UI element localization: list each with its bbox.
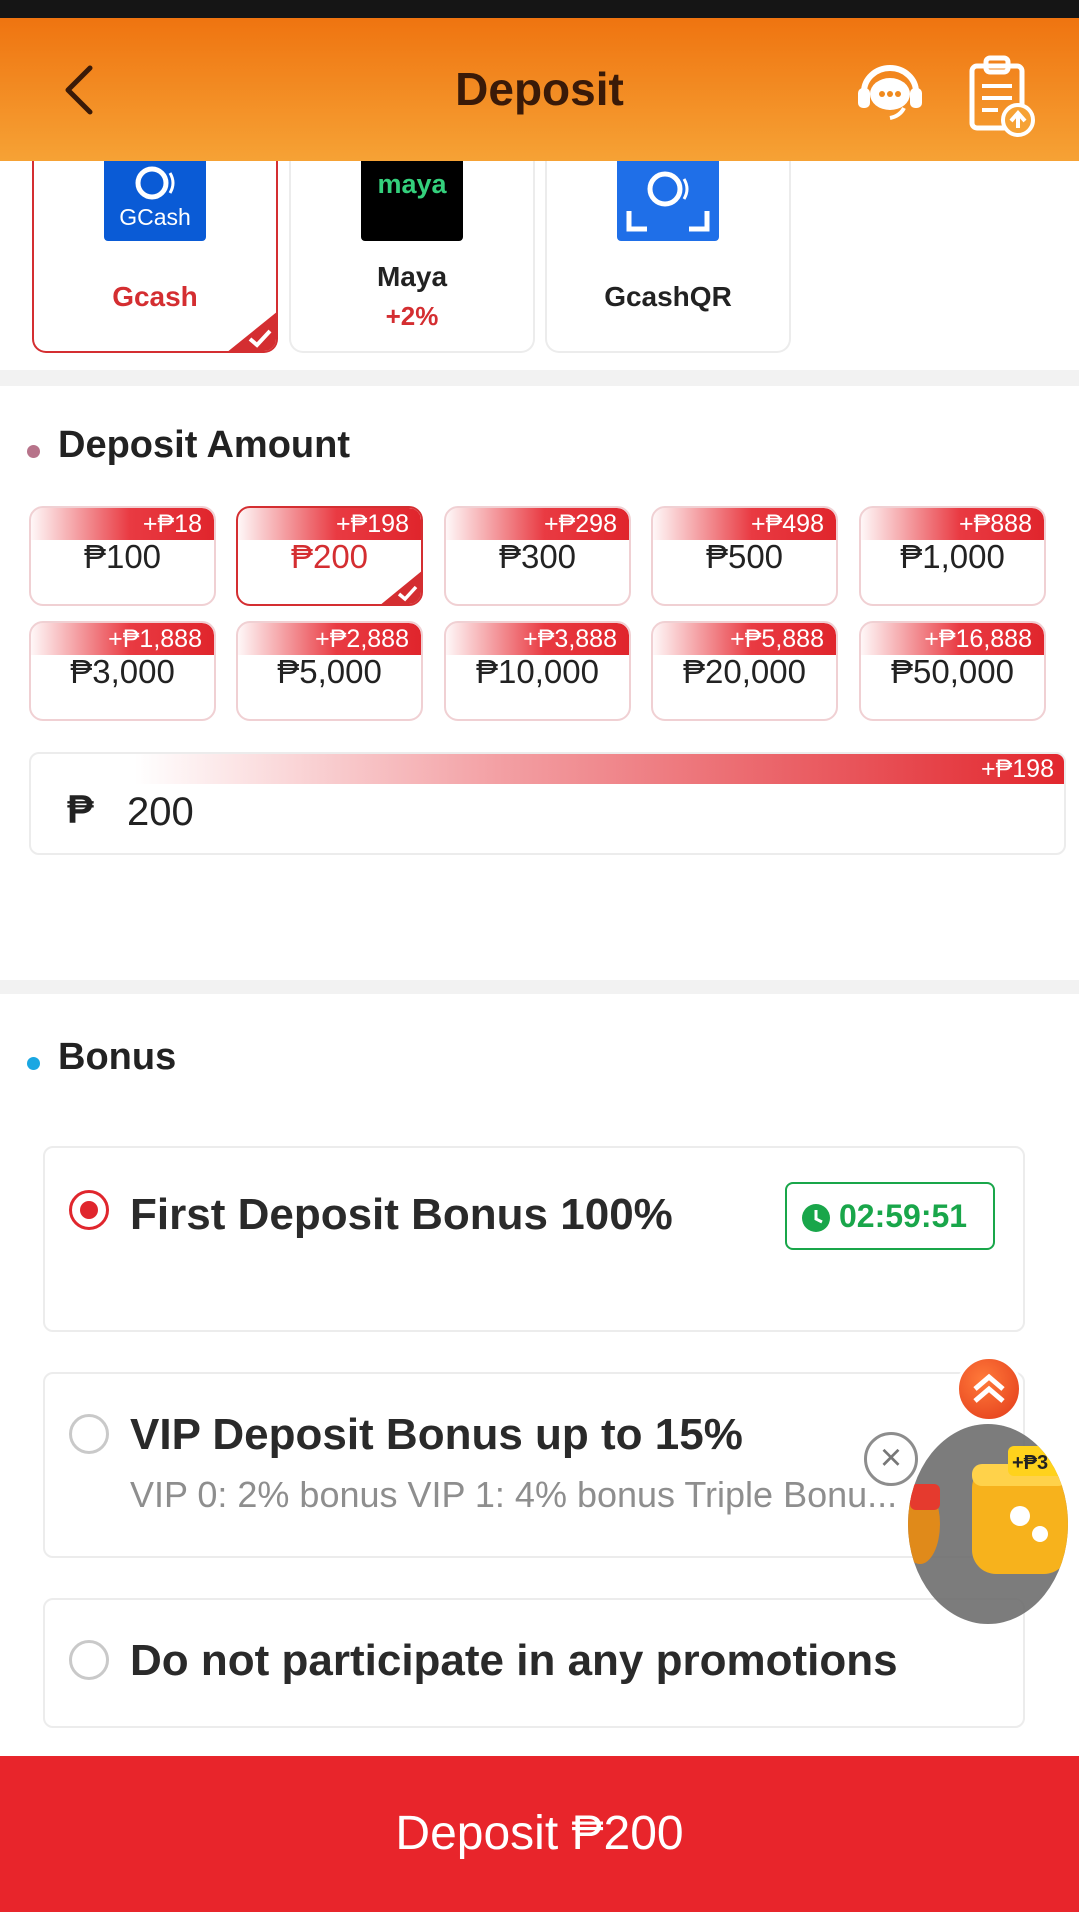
- amount-option[interactable]: +₱1,888 ₱3,000: [29, 621, 216, 721]
- amount-option[interactable]: +₱498 ₱500: [651, 506, 838, 606]
- bonus-title: Do not participate in any promotions: [130, 1636, 898, 1685]
- amount-option[interactable]: +₱298 ₱300: [444, 506, 631, 606]
- section-title: Deposit Amount: [58, 424, 351, 466]
- double-chevron-up-icon: [973, 1373, 1005, 1403]
- countdown-timer: 02:59:51: [785, 1182, 995, 1250]
- amount-option[interactable]: +₱2,888 ₱5,000: [236, 621, 423, 721]
- deposit-amount-section: Deposit Amount +₱18 ₱100 +₱198 ₱200 +₱298 ₱30…: [0, 386, 1079, 980]
- scroll-top-button[interactable]: [956, 1356, 1022, 1422]
- payment-methods: GCash Gcash maya Maya +2% GcashQR: [0, 161, 1079, 370]
- amount-value: ₱20,000: [683, 653, 806, 690]
- selected-check: [226, 311, 276, 351]
- amount-value: ₱50,000: [891, 653, 1014, 690]
- amount-bonus-tag: +₱3,888: [446, 623, 629, 655]
- amount-option[interactable]: +₱3,888 ₱10,000: [444, 621, 631, 721]
- radio-selected[interactable]: [69, 1190, 109, 1230]
- bonus-title: First Deposit Bonus 100%: [130, 1190, 673, 1239]
- method-gcashqr[interactable]: GcashQR: [545, 161, 791, 353]
- amount-bonus-tag: +₱5,888: [653, 623, 836, 655]
- method-name: GcashQR: [604, 281, 732, 312]
- check-icon: [381, 571, 421, 604]
- amount-option[interactable]: +₱888 ₱1,000: [859, 506, 1046, 606]
- amount-option[interactable]: +₱5,888 ₱20,000: [651, 621, 838, 721]
- amount-bonus-tag: +₱1,888: [31, 623, 214, 655]
- amount-value: ₱3,000: [70, 653, 175, 690]
- svg-text:maya: maya: [377, 169, 447, 199]
- amount-value[interactable]: 200: [127, 790, 194, 835]
- clipboard-upload-icon: [969, 55, 1035, 137]
- bonus-option-none[interactable]: Do not participate in any promotions: [43, 1598, 1025, 1728]
- method-maya[interactable]: maya Maya +2%: [289, 161, 535, 353]
- amount-value: ₱5,000: [277, 653, 382, 690]
- radio-unselected[interactable]: [69, 1640, 109, 1680]
- gcash-icon: GCash: [119, 166, 191, 230]
- amount-bonus-tag: +₱16,888: [861, 623, 1044, 655]
- amount-value: ₱300: [498, 538, 577, 575]
- svg-text:+₱3: +₱3: [1012, 1452, 1048, 1474]
- selected-check: [379, 570, 421, 604]
- method-name: Maya: [376, 261, 448, 292]
- amount-value: ₱1,000: [900, 538, 1005, 575]
- amount-value: ₱100: [83, 538, 162, 575]
- method-gcash[interactable]: GCash Gcash: [32, 161, 278, 353]
- amount-input[interactable]: +₱198 ₱ 200: [29, 752, 1066, 855]
- promo-bubble[interactable]: +₱3: [908, 1424, 1068, 1624]
- qr-scan-icon: [626, 171, 710, 232]
- amount-bonus-tag: +₱18: [31, 508, 214, 540]
- gift-box-icon: +₱3: [908, 1446, 1068, 1574]
- amount-value: ₱500: [705, 538, 784, 575]
- input-bonus: +₱198: [981, 755, 1054, 783]
- check-icon: [228, 312, 276, 351]
- close-icon[interactable]: ×: [864, 1432, 918, 1486]
- radio-unselected[interactable]: [69, 1414, 109, 1454]
- deposit-history-button[interactable]: [968, 52, 1036, 142]
- section-dot: [27, 445, 40, 458]
- bonus-description: VIP 0: 2% bonus VIP 1: 4% bonus Triple B…: [130, 1474, 898, 1515]
- maya-logo: maya: [361, 161, 463, 241]
- amount-bonus-tag: +₱2,888: [238, 623, 421, 655]
- method-name: Gcash: [112, 281, 198, 312]
- amount-bonus-tag: +₱498: [653, 508, 836, 540]
- section-dot: [27, 1057, 40, 1070]
- amount-option[interactable]: +₱198 ₱200: [236, 506, 423, 606]
- currency-symbol: ₱: [67, 788, 94, 832]
- gcash-logo: GCash: [104, 161, 206, 241]
- svg-text:GCash: GCash: [119, 204, 191, 230]
- maya-icon: maya: [377, 169, 447, 199]
- amount-option[interactable]: +₱16,888 ₱50,000: [859, 621, 1046, 721]
- gcashqr-logo: [617, 161, 719, 241]
- timer-value: 02:59:51: [839, 1198, 968, 1234]
- floating-promo[interactable]: +₱3 ×: [864, 1356, 1068, 1626]
- method-bonus: +2%: [385, 301, 439, 331]
- bonus-option-first-deposit[interactable]: First Deposit Bonus 100% 02:59:51: [43, 1146, 1025, 1332]
- amount-option[interactable]: +₱18 ₱100: [29, 506, 216, 606]
- deposit-button[interactable]: Deposit ₱200: [0, 1756, 1079, 1912]
- bonus-bar: [31, 754, 1064, 784]
- support-button[interactable]: [856, 56, 924, 124]
- headset-chat-icon: [858, 65, 922, 120]
- amount-bonus-tag: +₱198: [238, 508, 421, 540]
- status-bar: [0, 0, 1079, 18]
- bonus-title: VIP Deposit Bonus up to 15%: [130, 1410, 743, 1459]
- amount-bonus-tag: +₱298: [446, 508, 629, 540]
- header: Deposit: [0, 18, 1079, 161]
- section-title: Bonus: [58, 1036, 177, 1078]
- amount-value: ₱10,000: [476, 653, 599, 690]
- clock-icon: [802, 1204, 830, 1232]
- amount-bonus-tag: +₱888: [861, 508, 1044, 540]
